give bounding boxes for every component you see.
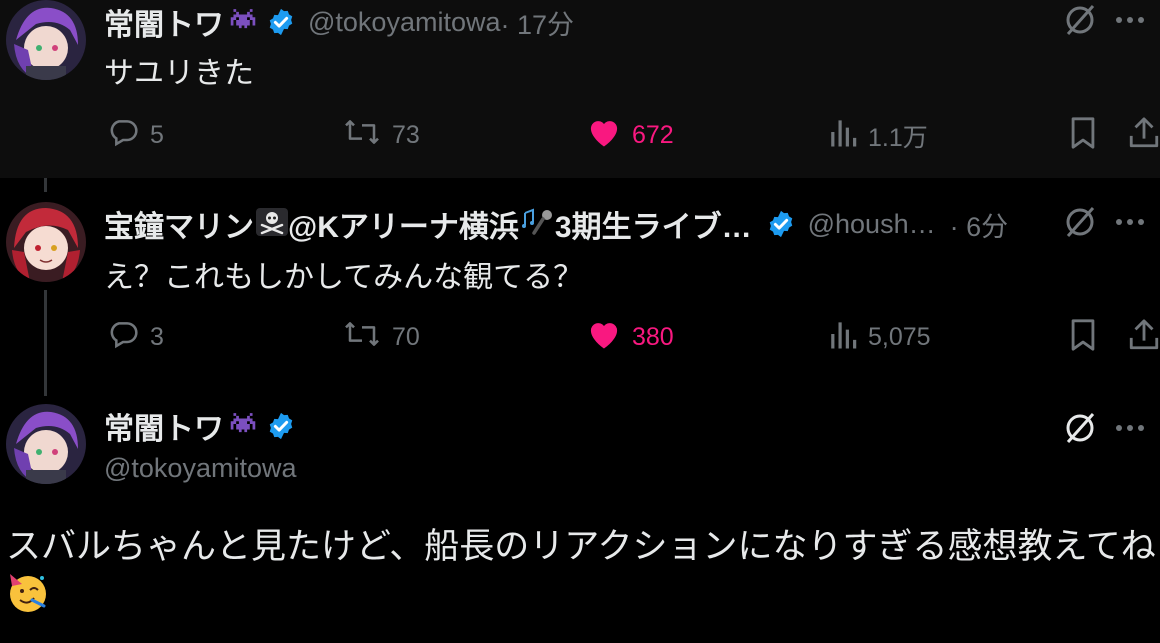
reply-button[interactable]: 5 — [106, 116, 164, 155]
author-handle[interactable]: @tokoyamitowa — [308, 7, 500, 38]
space-invader-emoji-icon — [228, 411, 258, 442]
views-button[interactable]: 1.1万 — [828, 116, 928, 155]
views-icon — [828, 116, 858, 155]
repost-icon — [342, 116, 382, 155]
tweet-time[interactable]: · 17分 — [500, 3, 574, 42]
tweet-time[interactable]: · 6分 — [950, 205, 1009, 244]
author-name-event[interactable]: @Kアリーナ横浜 — [288, 202, 519, 246]
more-icon[interactable] — [1100, 202, 1160, 242]
repost-icon — [342, 318, 382, 357]
like-icon — [586, 318, 622, 357]
tweet-top-icons — [1060, 0, 1160, 40]
bookmark-icon[interactable] — [1068, 318, 1098, 352]
like-count: 672 — [632, 121, 674, 149]
repost-count: 70 — [392, 323, 420, 351]
like-icon — [586, 116, 622, 155]
grok-icon[interactable] — [1060, 202, 1100, 242]
share-icon[interactable] — [1128, 318, 1160, 352]
reply-count: 3 — [150, 323, 164, 351]
views-count: 5,075 — [868, 323, 931, 351]
tweet-header: 常闇トワ — [104, 406, 296, 446]
author-name[interactable]: 常闇トワ — [104, 0, 224, 44]
author-handle-row: @tokoyamitowa — [104, 450, 296, 486]
reply-count: 5 — [150, 121, 164, 149]
more-icon[interactable] — [1100, 0, 1160, 40]
like-count: 380 — [632, 323, 674, 351]
partying-face-emoji-icon — [6, 570, 50, 619]
tweet-top-icons — [1060, 202, 1160, 242]
like-button[interactable]: 672 — [586, 116, 674, 155]
tweet-actions: 5 73 672 1.1万 — [104, 112, 1160, 156]
skull-crossbones-emoji-icon — [256, 207, 288, 242]
microphone-emoji-icon — [521, 207, 555, 242]
verified-icon — [266, 411, 296, 441]
author-name[interactable]: 宝鐘マリン — [104, 202, 254, 246]
verified-icon — [266, 7, 296, 37]
avatar[interactable] — [6, 404, 86, 484]
tweet-text: え？これもしかしてみんな観てる？ — [104, 261, 584, 294]
tweet-header: 宝鐘マリン @Kアリーナ横浜 3期生ライブ… @housh… · 6分 — [104, 204, 1008, 244]
reply-icon — [106, 116, 140, 155]
reply-button[interactable]: 3 — [106, 318, 164, 357]
grok-icon[interactable] — [1060, 408, 1100, 448]
space-invader-emoji-icon — [228, 7, 258, 38]
author-name-tail[interactable]: 3期生ライブ… — [555, 202, 752, 246]
tweet-header: 常闇トワ @tokoyamitowa · 17分 — [104, 0, 574, 44]
like-button[interactable]: 380 — [586, 318, 674, 357]
reply-icon — [106, 318, 140, 357]
tweet-text: スバルちゃんと見たけど、船長のリアクションになりすぎる感想教えてね — [6, 527, 1156, 566]
more-icon[interactable] — [1100, 408, 1160, 448]
author-handle[interactable]: @tokoyamitowa — [104, 453, 296, 484]
tweet-actions: 3 70 380 5,075 — [104, 314, 1160, 358]
tweet-text: サユリきた — [104, 57, 254, 90]
grok-icon[interactable] — [1060, 0, 1100, 40]
share-icon[interactable] — [1128, 116, 1160, 150]
tweet-1[interactable]: 常闇トワ @tokoyamitowa · 17分 サユリきた 5 73 672 … — [0, 0, 1160, 178]
avatar[interactable] — [6, 0, 86, 80]
tweet-top-icons — [1060, 408, 1160, 448]
tweet-2[interactable]: 宝鐘マリン @Kアリーナ横浜 3期生ライブ… @housh… · 6分 え？これ… — [0, 178, 1160, 388]
repost-count: 73 — [392, 121, 420, 149]
views-button[interactable]: 5,075 — [828, 318, 931, 357]
tweet-3-focused[interactable]: 常闇トワ @tokoyamitowa スバルちゃんと見たけど、船長のリアクション… — [0, 388, 1160, 643]
views-count: 1.1万 — [868, 123, 928, 152]
avatar[interactable] — [6, 202, 86, 282]
author-name[interactable]: 常闇トワ — [104, 404, 224, 448]
repost-button[interactable]: 73 — [342, 116, 420, 155]
author-handle[interactable]: @housh… — [808, 209, 936, 240]
bookmark-icon[interactable] — [1068, 116, 1098, 150]
views-icon — [828, 318, 858, 357]
repost-button[interactable]: 70 — [342, 318, 420, 357]
verified-icon — [766, 209, 796, 239]
